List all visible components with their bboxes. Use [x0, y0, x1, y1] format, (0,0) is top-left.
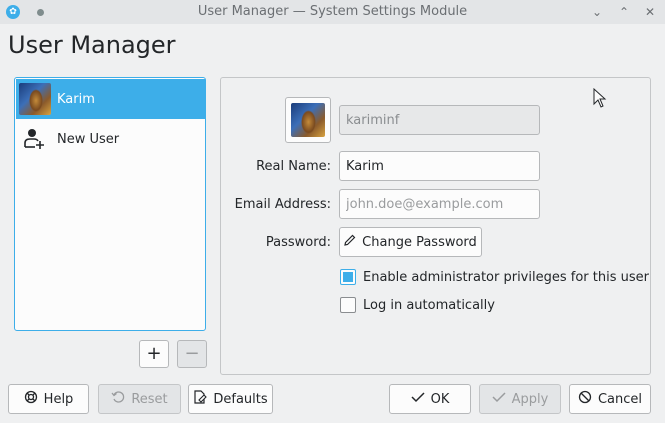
autologin-checkbox[interactable] [340, 297, 356, 313]
user-list-item-karim[interactable]: Karim [16, 79, 205, 119]
ok-label: OK [430, 391, 450, 407]
apply-button[interactable]: Apply [479, 384, 561, 414]
email-label: Email Address: [234, 197, 331, 212]
remove-user-button[interactable]: − [177, 340, 207, 368]
checkmark-icon [411, 391, 425, 407]
user-list-item-new-user[interactable]: New User [16, 119, 205, 159]
cancel-icon [578, 390, 592, 408]
user-list-item-label: Karim [57, 91, 95, 107]
page-title: User Manager [8, 31, 176, 59]
username-field[interactable] [339, 105, 540, 135]
admin-privileges-label: Enable administrator privileges for this… [363, 269, 649, 285]
defaults-icon [193, 390, 208, 408]
user-avatar-icon [19, 83, 51, 115]
mouse-cursor-icon [593, 87, 607, 112]
autologin-label: Log in automatically [363, 297, 495, 313]
title-bar: ✿ User Manager — System Settings Module … [0, 0, 665, 24]
password-label: Password: [265, 235, 331, 250]
defaults-button[interactable]: Defaults [188, 384, 273, 414]
change-password-label: Change Password [362, 234, 477, 250]
apply-label: Apply [511, 391, 549, 407]
change-password-button[interactable]: Change Password [339, 227, 482, 257]
add-user-icon [19, 123, 51, 155]
defaults-label: Defaults [213, 391, 268, 407]
autologin-row[interactable]: Log in automatically [340, 297, 495, 313]
help-icon [24, 390, 38, 408]
pencil-icon [344, 234, 356, 250]
email-field[interactable] [339, 189, 540, 219]
real-name-label: Real Name: [256, 159, 331, 174]
change-avatar-button[interactable] [285, 97, 331, 143]
add-user-button[interactable]: + [139, 340, 169, 368]
checkmark-icon [492, 391, 506, 407]
user-list[interactable]: Karim New User [14, 77, 206, 331]
admin-privileges-checkbox[interactable] [340, 269, 356, 285]
help-button[interactable]: Help [8, 384, 89, 414]
maximize-button[interactable]: ⌃ [615, 3, 633, 21]
cancel-button[interactable]: Cancel [569, 384, 651, 414]
cancel-label: Cancel [597, 391, 643, 407]
close-button[interactable]: ✕ [641, 3, 659, 21]
minimize-button[interactable]: ⌄ [588, 3, 606, 21]
reset-label: Reset [131, 391, 168, 407]
admin-privileges-row[interactable]: Enable administrator privileges for this… [340, 269, 649, 285]
reset-button[interactable]: Reset [98, 384, 181, 414]
reset-icon [111, 390, 125, 408]
user-avatar-icon [291, 103, 325, 137]
window-title: User Manager — System Settings Module [197, 4, 468, 19]
help-label: Help [43, 391, 74, 407]
real-name-field[interactable] [339, 151, 540, 181]
ok-button[interactable]: OK [389, 384, 471, 414]
user-list-item-label: New User [57, 131, 120, 147]
